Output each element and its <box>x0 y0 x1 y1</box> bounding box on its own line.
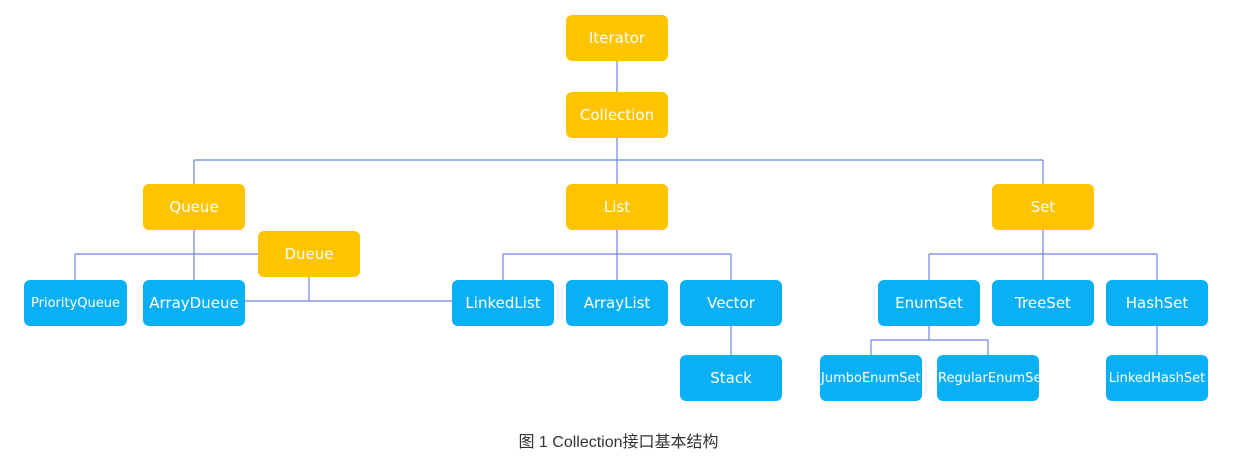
node-arraydueue: ArrayDueue <box>143 280 245 326</box>
node-linkedlist: LinkedList <box>452 280 554 326</box>
node-stack: Stack <box>680 355 782 401</box>
connector-lines <box>74 61 1158 355</box>
node-collection: Collection <box>566 92 668 138</box>
node-treeset: TreeSet <box>992 280 1094 326</box>
node-queue: Queue <box>143 184 245 230</box>
node-hashset: HashSet <box>1106 280 1208 326</box>
node-priorityqueue: PriorityQueue <box>24 280 127 326</box>
node-jumboenumset: JumboEnumSet <box>820 355 922 401</box>
node-arraylist: ArrayList <box>566 280 668 326</box>
node-vector: Vector <box>680 280 782 326</box>
node-regularenumset: RegularEnumSet <box>937 355 1039 401</box>
node-list: List <box>566 184 668 230</box>
node-dueue: Dueue <box>258 231 360 277</box>
figure-caption: 图 1 Collection接口基本结构 <box>518 434 719 451</box>
node-linkedhashset: LinkedHashSet <box>1106 355 1208 401</box>
node-enumset: EnumSet <box>878 280 980 326</box>
node-iterator: Iterator <box>566 15 668 61</box>
node-set: Set <box>992 184 1094 230</box>
